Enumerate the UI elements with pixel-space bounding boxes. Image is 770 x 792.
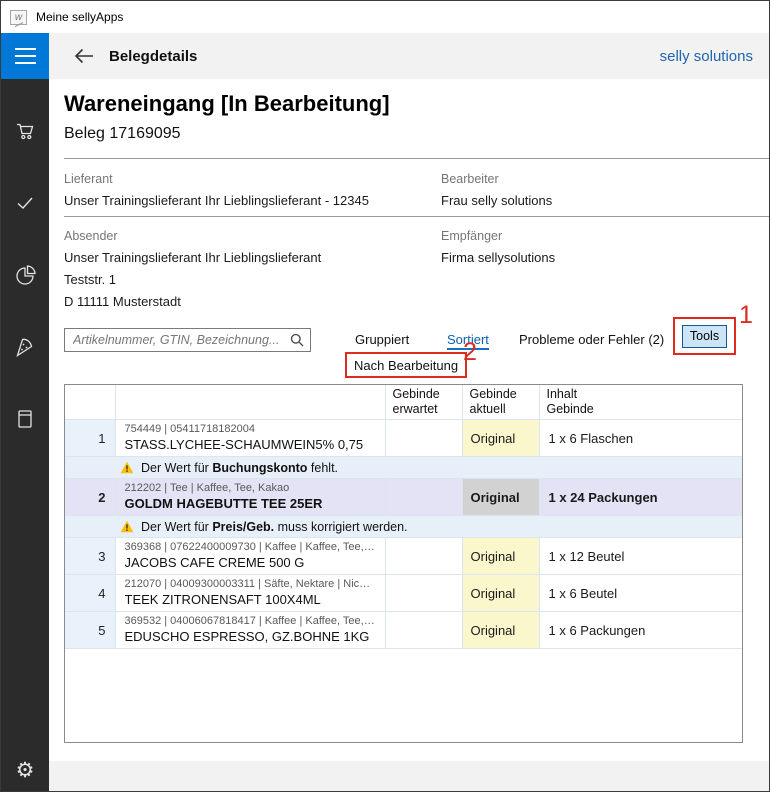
back-arrow-icon[interactable]: [72, 44, 96, 68]
article-meta: 212070 | 04009300003311 | Säfte, Nektare…: [125, 578, 376, 591]
page-header: Belegdetails selly solutions: [49, 33, 769, 79]
pizza-slice-icon[interactable]: [12, 334, 38, 360]
book-icon[interactable]: [12, 406, 38, 432]
table-empty-area: [65, 649, 743, 744]
search-icon: [290, 333, 304, 347]
article-name: TEEK ZITRONENSAFT 100X4ML: [125, 591, 376, 608]
app-logo-icon: w: [10, 10, 27, 25]
items-table: Gebindeerwartet Gebindeaktuell InhaltGeb…: [64, 384, 743, 743]
gebinde-aktuell-cell[interactable]: Original: [462, 575, 539, 612]
footer-strip: [49, 761, 769, 791]
gebinde-aktuell-cell[interactable]: Original: [462, 479, 539, 516]
article-meta: 754449 | 05411718182004: [125, 423, 376, 436]
hamburger-menu-button[interactable]: [1, 33, 49, 79]
row-number: 5: [65, 612, 115, 649]
gebinde-aktuell-cell[interactable]: Original: [462, 538, 539, 575]
sort-mode-label[interactable]: Nach Bearbeitung: [354, 358, 458, 373]
document-number: Beleg 17169095: [64, 125, 181, 143]
article-meta: 212202 | Tee | Kaffee, Tee, Kakao: [125, 482, 376, 495]
field-bearbeiter: Bearbeiter Frau selly solutions: [441, 172, 552, 208]
brand-label: selly solutions: [660, 48, 753, 65]
gebinde-erwartet-cell: [385, 612, 462, 649]
row-number: 2: [65, 479, 115, 516]
field-empfaenger: Empfänger Firma sellysolutions: [441, 229, 555, 265]
warning-icon: [120, 461, 134, 474]
table-row-selected[interactable]: 2 212202 | Tee | Kaffee, Tee, Kakao GOLD…: [65, 479, 743, 516]
col-inhalt-gebinde: InhaltGebinde: [539, 385, 743, 420]
gruppiert-link[interactable]: Gruppiert: [355, 332, 409, 347]
divider: [64, 158, 769, 159]
app-window: w Meine sellyApps: [0, 0, 770, 792]
annotation-box-1: Tools: [673, 317, 736, 355]
row-number: 1: [65, 420, 115, 457]
annotation-box-2: Nach Bearbeitung: [345, 352, 467, 378]
gebinde-erwartet-cell: [385, 575, 462, 612]
article-name: JACOBS CAFE CREME 500 G: [125, 554, 376, 571]
window-title: Meine sellyApps: [36, 10, 123, 24]
annotation-number-1: 1: [739, 303, 753, 328]
inhalt-gebinde-cell: 1 x 6 Flaschen: [539, 420, 743, 457]
annotation-number-2: 2: [463, 340, 477, 365]
gebinde-erwartet-cell: [385, 538, 462, 575]
gebinde-erwartet-cell: [385, 420, 462, 457]
content-area: Wareneingang [In Bearbeitung] Beleg 1716…: [49, 79, 769, 761]
search-input[interactable]: [71, 332, 290, 348]
pie-chart-icon[interactable]: [12, 262, 38, 288]
row-number: 3: [65, 538, 115, 575]
settings-gear-icon[interactable]: ⚙: [16, 760, 35, 781]
inhalt-gebinde-cell: 1 x 6 Beutel: [539, 575, 743, 612]
cart-icon[interactable]: [12, 118, 38, 144]
gebinde-erwartet-cell: [385, 479, 462, 516]
col-gebinde-erwartet: Gebindeerwartet: [385, 385, 462, 420]
article-search-box: [64, 328, 311, 352]
probleme-fehler-link[interactable]: Probleme oder Fehler (2): [519, 332, 664, 347]
table-row[interactable]: 5 369532 | 04006067818417 | Kaffee | Kaf…: [65, 612, 743, 649]
row-number: 4: [65, 575, 115, 612]
article-name: STASS.LYCHEE-SCHAUMWEIN5% 0,75: [125, 436, 376, 453]
sidebar: ⚙: [1, 33, 49, 791]
page-title: Belegdetails: [109, 48, 197, 65]
table-row[interactable]: 3 369368 | 07622400009730 | Kaffee | Kaf…: [65, 538, 743, 575]
divider: [64, 216, 769, 217]
warning-text: Der Wert für Preis/Geb. muss korrigiert …: [141, 520, 408, 534]
table-row[interactable]: 1 754449 | 05411718182004 STASS.LYCHEE-S…: [65, 420, 743, 457]
inhalt-gebinde-cell: 1 x 12 Beutel: [539, 538, 743, 575]
article-name: EDUSCHO ESPRESSO, GZ.BOHNE 1KG: [125, 628, 376, 645]
tools-button[interactable]: Tools: [682, 325, 727, 348]
gebinde-aktuell-cell[interactable]: Original: [462, 612, 539, 649]
article-meta: 369368 | 07622400009730 | Kaffee | Kaffe…: [125, 541, 376, 554]
article-name: GOLDM HAGEBUTTE TEE 25ER: [125, 495, 376, 512]
warning-row: Der Wert für Preis/Geb. muss korrigiert …: [65, 516, 743, 538]
table-header-row: Gebindeerwartet Gebindeaktuell InhaltGeb…: [65, 385, 743, 420]
checkmark-icon[interactable]: [12, 190, 38, 216]
inhalt-gebinde-cell: 1 x 24 Packungen: [539, 479, 743, 516]
field-lieferant: Lieferant Unser Trainingslieferant Ihr L…: [64, 172, 369, 208]
document-heading: Wareneingang [In Bearbeitung]: [64, 91, 390, 117]
col-gebinde-aktuell: Gebindeaktuell: [462, 385, 539, 420]
field-absender: Absender Unser Trainingslieferant Ihr Li…: [64, 229, 321, 309]
inhalt-gebinde-cell: 1 x 6 Packungen: [539, 612, 743, 649]
warning-icon: [120, 520, 134, 533]
gebinde-aktuell-cell[interactable]: Original: [462, 420, 539, 457]
warning-text: Der Wert für Buchungskonto fehlt.: [141, 461, 338, 475]
article-meta: 369532 | 04006067818417 | Kaffee | Kaffe…: [125, 615, 376, 628]
titlebar: w Meine sellyApps: [1, 1, 769, 33]
table-row[interactable]: 4 212070 | 04009300003311 | Säfte, Nekta…: [65, 575, 743, 612]
warning-row: Der Wert für Buchungskonto fehlt.: [65, 457, 743, 479]
